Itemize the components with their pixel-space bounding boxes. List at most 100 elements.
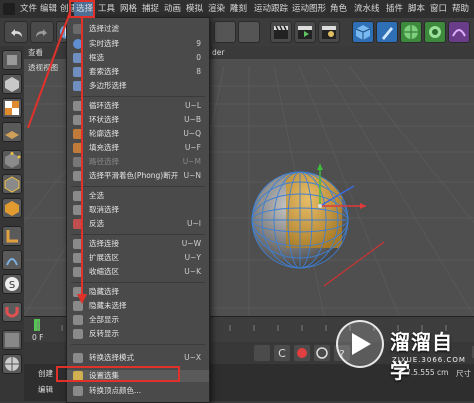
pen-spline-button[interactable] [376, 21, 398, 43]
render-active-button[interactable] [238, 21, 260, 43]
workplane-button[interactable] [2, 122, 22, 142]
cloner-button[interactable] [424, 21, 446, 43]
render-view-button[interactable] [270, 21, 292, 43]
menu-item-lasso-selection[interactable]: 套索选择 8 [67, 66, 209, 78]
menu-script[interactable]: 脚本 [408, 2, 425, 16]
tweak-mode-button[interactable] [2, 250, 22, 270]
menu-plugins[interactable]: 插件 [386, 2, 403, 16]
menu-item-rectangle-selection[interactable]: 框选 0 [67, 52, 209, 64]
hide-unselected-icon [73, 301, 83, 311]
record-circle-icon [316, 347, 328, 359]
select-menu-dropdown: 选择过滤 实时选择 9 框选 0 套索选择 8 多边形选择 循环选择 U~L 环… [66, 17, 210, 403]
menu-tools[interactable]: 工具 [98, 2, 115, 16]
menu-animate[interactable]: 动画 [164, 2, 181, 16]
grow-select-icon [73, 253, 83, 263]
watermark: 溜溜自学 ZIXUE.3066.COM [336, 320, 465, 383]
frame-field[interactable]: 0 F [32, 333, 43, 342]
menu-item-invert-visibility[interactable]: 反转显示 [67, 328, 209, 340]
model-mode-button[interactable] [2, 74, 22, 94]
menu-mesh[interactable]: 网格 [120, 2, 137, 16]
redo-icon [36, 29, 47, 37]
menu-item-select-connected[interactable]: 选择连接 U~W [67, 238, 209, 250]
menu-simulate[interactable]: 模拟 [186, 2, 203, 16]
menu-help[interactable]: 帮助 [452, 2, 469, 16]
svg-text:C: C [278, 347, 286, 360]
menu-snap[interactable]: 捕捉 [142, 2, 159, 16]
menu-item-deselect-all[interactable]: 取消选择 [67, 204, 209, 216]
magnet-button[interactable] [2, 302, 22, 322]
menu-item-selection-filter[interactable]: 选择过滤 [67, 23, 209, 35]
subdivision-icon [404, 25, 418, 39]
axis-mode-button[interactable] [2, 226, 22, 246]
menu-render[interactable]: 渲染 [208, 2, 225, 16]
menu-item-polygon-selection[interactable]: 多边形选择 [67, 80, 209, 92]
subdivision-button[interactable] [400, 21, 422, 43]
menu-character[interactable]: 角色 [330, 2, 347, 16]
menu-sculpt[interactable]: 雕刻 [230, 2, 247, 16]
menu-item-invert-selection[interactable]: 反选 U~I [67, 218, 209, 230]
annotation-set-selection-box [56, 366, 180, 382]
menu-separator [71, 344, 205, 345]
cube-icon [355, 25, 371, 40]
snap-button[interactable]: S [2, 274, 22, 294]
checker-sphere-icon [5, 357, 19, 371]
autokey-button[interactable] [294, 345, 310, 361]
loop-select-icon [73, 101, 83, 111]
make-editable-button[interactable] [2, 50, 22, 70]
menu-item-ring-selection[interactable]: 环状选择 U~B [67, 114, 209, 126]
menu-edit[interactable]: 编辑 [40, 2, 57, 16]
convert-selection-icon [73, 353, 83, 363]
menu-item-loop-selection[interactable]: 循环选择 U~L [67, 100, 209, 112]
select-connected-icon [73, 239, 83, 249]
menu-item-shrink-selection[interactable]: 收缩选区 U~K [67, 266, 209, 278]
menu-item-hide-selected[interactable]: 隐藏选择 [67, 286, 209, 298]
lock-axis-button[interactable] [2, 354, 22, 374]
menu-item-convert-selection[interactable]: 转换选择模式 U~X [67, 352, 209, 364]
tab-edit[interactable]: 编辑 [38, 384, 53, 395]
menu-item-unhide-all[interactable]: 全部显示 [67, 314, 209, 326]
goto-start-button[interactable] [254, 345, 270, 361]
render-settings-button[interactable] [318, 21, 340, 43]
grid-dots-icon [5, 333, 19, 347]
points-cube-icon [5, 152, 21, 168]
tweak-icon [6, 258, 18, 266]
texture-mode-button[interactable] [2, 98, 22, 118]
menu-item-phong-break-selection[interactable]: 选择平滑着色(Phong)断开 U~N [67, 170, 209, 182]
pen-icon [382, 27, 393, 40]
render-region-button[interactable] [214, 21, 236, 43]
redo-button[interactable] [30, 21, 54, 43]
edges-mode-button[interactable] [2, 174, 22, 194]
key-icon [297, 348, 307, 358]
menu-file[interactable]: 文件 [20, 2, 37, 16]
menu-item-live-selection[interactable]: 实时选择 9 [67, 38, 209, 50]
polygon-select-icon [73, 81, 83, 91]
menu-item-vertex-color[interactable]: 转换顶点颜色... [67, 385, 209, 397]
menu-item-select-all[interactable]: 全选 [67, 190, 209, 202]
fill-select-icon [73, 143, 83, 153]
menu-item-outline-selection[interactable]: 轮廓选择 U~Q [67, 128, 209, 140]
undo-icon [11, 29, 22, 37]
quantize-button[interactable] [2, 330, 22, 350]
record-button[interactable]: C [274, 345, 290, 361]
menu-item-hide-unselected[interactable]: 隐藏未选择 [67, 300, 209, 312]
keyframe-sel-button[interactable] [314, 345, 330, 361]
points-mode-button[interactable] [2, 150, 22, 170]
menu-window[interactable]: 窗口 [430, 2, 447, 16]
menu-motion-tracking[interactable]: 运动跟踪 [254, 2, 288, 16]
cube-object-button[interactable] [352, 21, 374, 43]
shrink-select-icon [73, 267, 83, 277]
menu-item-fill-selection[interactable]: 填充选择 U~F [67, 142, 209, 154]
deformer-button[interactable] [448, 21, 470, 43]
tab-create[interactable]: 创建 [38, 368, 53, 379]
menu-item-path-selection[interactable]: 路径选择 U~M [67, 156, 209, 168]
menu-mograph[interactable]: 运动图形 [292, 2, 326, 16]
polygons-mode-button[interactable] [2, 198, 22, 218]
clapper-play-icon [298, 26, 312, 39]
menu-item-grow-selection[interactable]: 扩展选区 U~Y [67, 252, 209, 264]
menu-pipeline[interactable]: 流水线 [354, 2, 380, 16]
unhide-all-icon [73, 315, 83, 325]
watermark-logo-icon [336, 320, 384, 368]
render-picture-viewer-button[interactable] [294, 21, 316, 43]
cloner-icon [429, 26, 441, 38]
undo-button[interactable] [4, 21, 28, 43]
